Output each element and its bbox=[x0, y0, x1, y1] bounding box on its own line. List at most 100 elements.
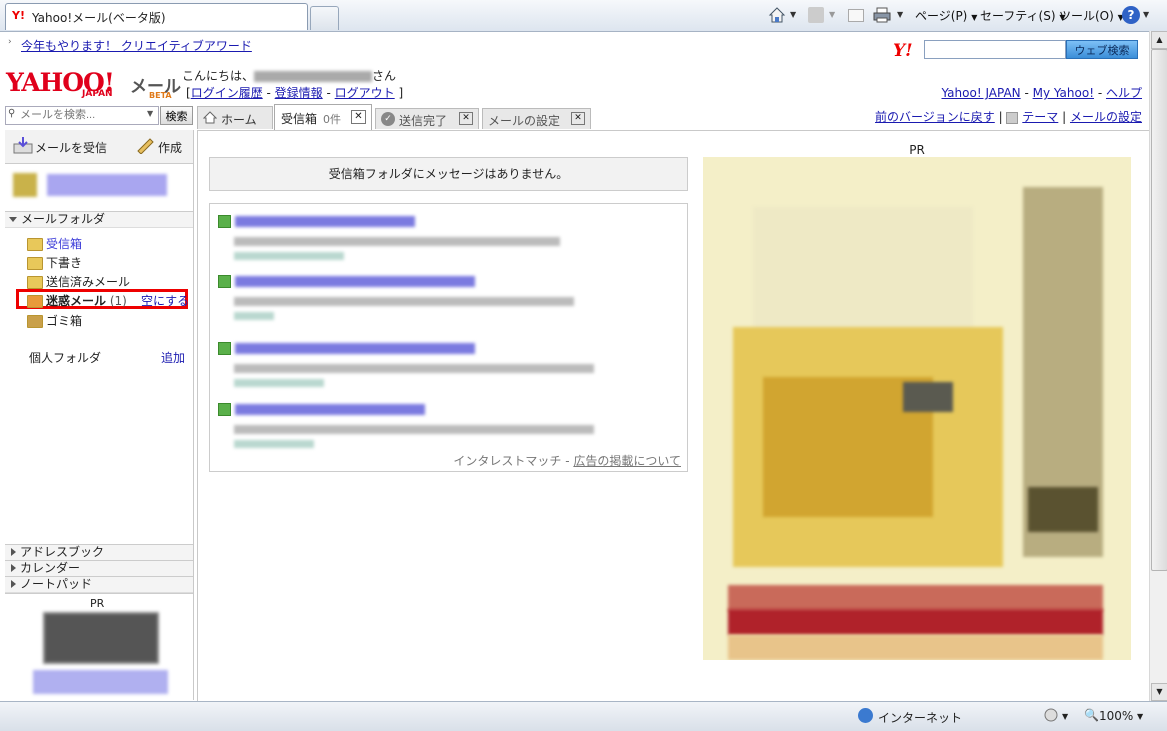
web-search-input[interactable] bbox=[924, 40, 1066, 59]
zoom-level[interactable]: 100% bbox=[1099, 709, 1133, 723]
my-yahoo-link[interactable]: My Yahoo! bbox=[1033, 86, 1094, 100]
left-pr-area: PR bbox=[5, 593, 193, 701]
theme-icon bbox=[1006, 111, 1019, 124]
mail-settings-link[interactable]: メールの設定 bbox=[1070, 110, 1142, 124]
mail-search-input[interactable] bbox=[20, 107, 144, 122]
spam-folder-icon bbox=[27, 295, 43, 308]
user-profile[interactable] bbox=[5, 168, 193, 204]
chevron-down-icon[interactable]: ▼ bbox=[1062, 712, 1068, 721]
mail-search-field[interactable]: ⚲ ▼ bbox=[5, 106, 159, 125]
notepad-header[interactable]: ノートパッド bbox=[5, 576, 193, 593]
close-icon[interactable]: ✕ bbox=[351, 110, 366, 124]
folder-trash[interactable]: ゴミ箱 bbox=[27, 312, 82, 329]
yahoo-mail-logo[interactable]: YAHOO! JAPAN メール BETA bbox=[6, 68, 181, 102]
compose-icon bbox=[135, 136, 155, 155]
sponsored-ads: インタレストマッチ - 広告の掲載について bbox=[209, 203, 688, 472]
help-link[interactable]: ヘルプ bbox=[1106, 86, 1142, 100]
ad-item[interactable] bbox=[218, 274, 475, 288]
promo-bar: › 今年もやります！ クリエイティブアワード Y! ウェブ検索 bbox=[0, 31, 1149, 61]
new-tab-button[interactable] bbox=[310, 6, 339, 30]
search-icon: ⚲ bbox=[8, 108, 16, 119]
promo-arrow-icon: › bbox=[8, 37, 12, 47]
browser-tab-active[interactable]: Y! Yahoo!メール(ベータ版) bbox=[5, 3, 308, 30]
feeds-icon[interactable] bbox=[808, 7, 824, 23]
yahoo-favicon-icon: Y! bbox=[12, 9, 26, 23]
tab-inbox[interactable]: 受信箱 0件 ✕ bbox=[274, 104, 372, 130]
ads-info-link[interactable]: 広告の掲載について bbox=[573, 454, 681, 468]
promo-link[interactable]: 今年もやります！ クリエイティブアワード bbox=[21, 37, 252, 54]
logout-link[interactable]: ログアウト bbox=[335, 86, 395, 100]
mail-folders-header[interactable]: メールフォルダ bbox=[5, 211, 193, 228]
profile-name-blurred bbox=[47, 174, 167, 196]
expand-icon bbox=[11, 564, 16, 572]
home-dropdown-icon[interactable]: ▼ bbox=[790, 10, 796, 19]
feeds-dropdown-icon[interactable]: ▼ bbox=[829, 10, 835, 19]
pr-ad-image[interactable] bbox=[43, 612, 159, 664]
receive-mail-button[interactable]: メールを受信 bbox=[35, 139, 107, 156]
compose-button[interactable]: 作成 bbox=[158, 139, 182, 156]
avatar bbox=[13, 173, 37, 197]
folder-inbox[interactable]: 受信箱 bbox=[27, 235, 82, 252]
yahoo-japan-link[interactable]: Yahoo! JAPAN bbox=[942, 86, 1021, 100]
mail-icon[interactable] bbox=[848, 9, 864, 22]
add-folder-link[interactable]: 追加 bbox=[161, 349, 185, 366]
ad-bullet-icon bbox=[218, 403, 231, 416]
pr-ad-text-blurred[interactable] bbox=[33, 670, 168, 694]
scrollbar-thumb[interactable] bbox=[1151, 49, 1167, 571]
zoom-dropdown-icon[interactable]: ▼ bbox=[1137, 712, 1143, 721]
browser-tab-bar: Y! Yahoo!メール(ベータ版) ▼ ▼ ▼ ページ(P) ▼ セーフティ(… bbox=[0, 0, 1167, 32]
ad-item[interactable] bbox=[218, 341, 475, 355]
empty-spam-link[interactable]: 空にする bbox=[141, 292, 189, 309]
ad-bullet-icon bbox=[218, 275, 231, 288]
tab-sent-complete[interactable]: ✓ 送信完了 ✕ bbox=[375, 108, 479, 129]
home-icon[interactable] bbox=[768, 6, 786, 24]
close-icon[interactable]: ✕ bbox=[459, 112, 473, 125]
status-bar: インターネット ▼ 🔍 100% ▼ bbox=[0, 701, 1167, 731]
account-info-link[interactable]: 登録情報 bbox=[275, 86, 323, 100]
mail-search-button[interactable]: 検索 bbox=[160, 106, 193, 125]
protected-mode-icon[interactable] bbox=[1043, 708, 1059, 723]
page-scrollbar[interactable]: ▲ ▼ bbox=[1149, 31, 1167, 701]
beta-label: BETA bbox=[149, 91, 172, 100]
empty-inbox-message: 受信箱フォルダにメッセージはありません。 bbox=[209, 157, 688, 191]
ad-item[interactable] bbox=[218, 214, 415, 228]
globe-icon bbox=[858, 708, 873, 723]
theme-link[interactable]: テーマ bbox=[1022, 110, 1058, 124]
toolbar: メールを受信 作成 bbox=[5, 130, 193, 164]
folder-drafts[interactable]: 下書き bbox=[27, 254, 82, 271]
prev-version-link[interactable]: 前のバージョンに戻す bbox=[875, 110, 995, 124]
folder-sent[interactable]: 送信済みメール bbox=[27, 273, 130, 290]
print-icon[interactable] bbox=[873, 7, 891, 23]
tools-menu[interactable]: ツール(O) ▼ bbox=[1059, 7, 1124, 25]
username-blurred bbox=[254, 71, 373, 82]
account-links: [ログイン履歴 - 登録情報 - ログアウト ] bbox=[186, 86, 404, 100]
logo-sub: JAPAN bbox=[82, 89, 113, 99]
ad-item[interactable] bbox=[218, 402, 425, 416]
yahoo-search-logo-icon: Y! bbox=[893, 41, 913, 61]
login-history-link[interactable]: ログイン履歴 bbox=[191, 86, 263, 100]
tab-mail-settings[interactable]: メールの設定 ✕ bbox=[482, 108, 591, 129]
page-menu[interactable]: ページ(P) ▼ bbox=[915, 7, 977, 25]
address-book-header[interactable]: アドレスブック bbox=[5, 544, 193, 561]
scroll-up-icon[interactable]: ▲ bbox=[1151, 31, 1167, 49]
personal-folders-label: 個人フォルダ bbox=[29, 351, 102, 365]
help-dropdown-icon[interactable]: ▼ bbox=[1143, 10, 1149, 19]
settings-links: 前のバージョンに戻す | テーマ | メールの設定 bbox=[875, 110, 1142, 124]
receive-mail-icon bbox=[13, 136, 33, 154]
tab-home[interactable]: ホーム bbox=[197, 106, 273, 129]
expand-icon bbox=[11, 580, 16, 588]
check-icon: ✓ bbox=[381, 112, 395, 126]
web-search-button[interactable]: ウェブ検索 bbox=[1066, 40, 1138, 59]
sent-folder-icon bbox=[27, 276, 43, 289]
expand-icon bbox=[11, 548, 16, 556]
help-icon[interactable]: ? bbox=[1122, 6, 1140, 24]
chevron-down-icon[interactable]: ▼ bbox=[147, 109, 153, 118]
calendar-header[interactable]: カレンダー bbox=[5, 560, 193, 577]
ad-bullet-icon bbox=[218, 215, 231, 228]
scroll-down-icon[interactable]: ▼ bbox=[1151, 683, 1167, 701]
print-dropdown-icon[interactable]: ▼ bbox=[897, 10, 903, 19]
folder-spam[interactable]: 迷惑メール (1) bbox=[27, 292, 127, 309]
safety-menu[interactable]: セーフティ(S) ▼ bbox=[980, 7, 1066, 25]
close-icon[interactable]: ✕ bbox=[571, 112, 585, 125]
pr-banner-image[interactable] bbox=[703, 157, 1131, 660]
